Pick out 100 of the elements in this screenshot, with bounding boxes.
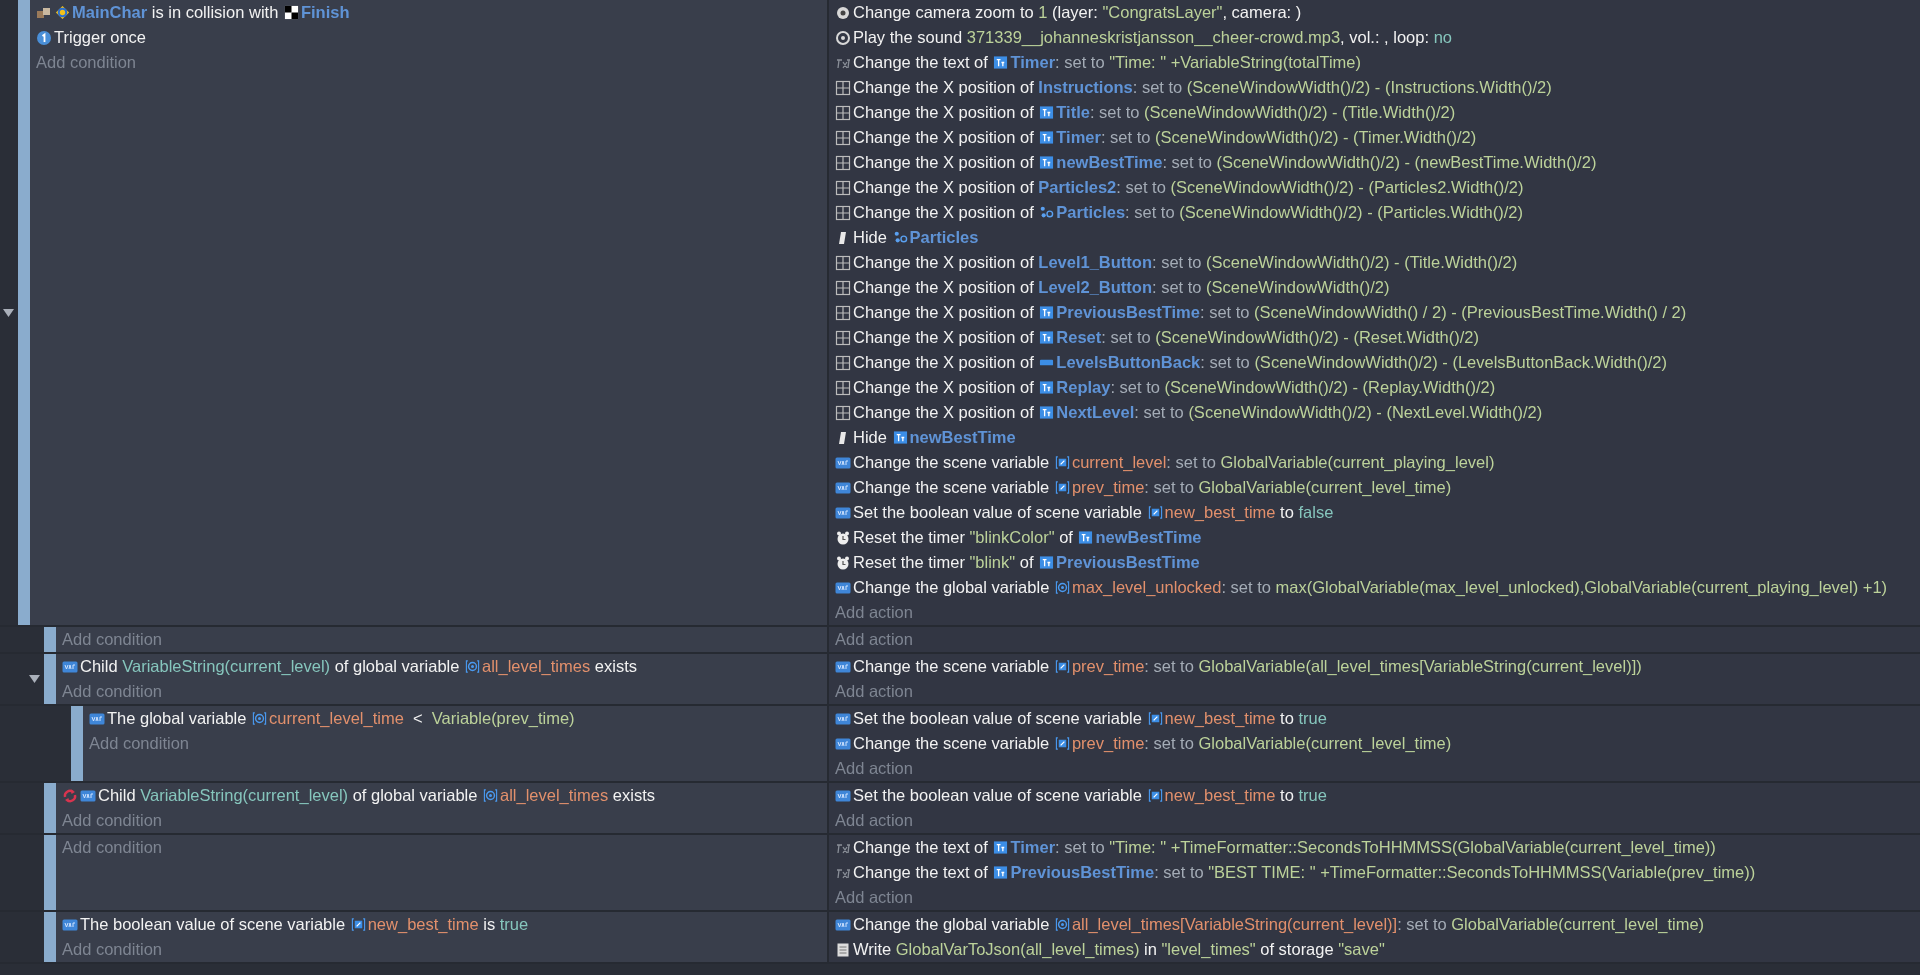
add-condition-link[interactable]: Add condition xyxy=(62,940,162,959)
add-condition-link[interactable]: Add condition xyxy=(89,734,189,753)
position-icon xyxy=(835,104,851,121)
add-action-link[interactable]: Add action xyxy=(835,759,913,778)
position-icon xyxy=(835,329,851,346)
particles-icon xyxy=(1039,205,1055,220)
scene-variable-icon xyxy=(1147,711,1163,726)
action-text: Change the X position of xyxy=(853,403,1035,422)
action-text: Change the X position of xyxy=(853,378,1035,397)
position-icon xyxy=(835,379,851,396)
event-bar xyxy=(44,654,56,704)
condition-text: current_level_time < Variable(prev_time) xyxy=(269,709,575,728)
action-text: Reset the timer "blink" of xyxy=(853,553,1035,572)
action-text: max_level_unlocked: set to max(GlobalVariable(max_level_unlocked),GlobalVariable(current_playing_level) +1) xyxy=(1071,578,1888,597)
scene-variable-icon xyxy=(1054,455,1070,470)
add-action-link[interactable]: Add action xyxy=(835,603,913,622)
action-text: new_best_time to false xyxy=(1164,503,1334,522)
action-text: Change the X position of xyxy=(853,153,1035,172)
add-condition-link[interactable]: Add condition xyxy=(36,53,136,72)
global-variable-icon xyxy=(465,659,480,674)
action-text: Change the X position of xyxy=(853,328,1035,347)
global-variable-icon xyxy=(1054,917,1070,932)
add-condition-link[interactable]: Add condition xyxy=(62,630,162,649)
event-bar xyxy=(44,627,56,652)
global-variable-icon xyxy=(483,788,498,803)
action-text: Set the boolean value of scene variable xyxy=(853,709,1143,728)
action-text: Play the sound 371339__johanneskristjansson__cheer-crowd.mp3, vol.: , loop: no xyxy=(853,28,1452,47)
action-text: Change the global variable xyxy=(853,915,1051,934)
action-text: prev_time: set to GlobalVariable(current_level_time) xyxy=(1071,734,1452,753)
timer-icon xyxy=(835,529,851,546)
action-text: newBestTime: set to (SceneWindowWidth()/2) - (newBestTime.Width()/2) xyxy=(1056,153,1597,172)
position-icon xyxy=(835,79,851,96)
text-object-icon xyxy=(1078,530,1094,545)
condition-text: all_level_times exists xyxy=(482,657,637,676)
add-condition-link[interactable]: Add condition xyxy=(62,811,162,830)
action-text: Change the X position of xyxy=(853,103,1035,122)
action-text: Change the X position of Level2_Button: set to (SceneWindowWidth()/2) xyxy=(853,278,1390,297)
text-object-icon xyxy=(1039,305,1055,320)
text-object-icon xyxy=(1039,130,1055,145)
action-text: Change the X position of xyxy=(853,128,1035,147)
add-action-link[interactable]: Add action xyxy=(835,888,913,907)
condition-text: The boolean value of scene variable xyxy=(80,915,347,934)
text-object-icon xyxy=(1039,405,1055,420)
collapse-toggle[interactable] xyxy=(29,675,40,683)
add-action-link[interactable]: Add action xyxy=(835,682,913,701)
sprite-icon xyxy=(55,5,70,20)
timer-icon xyxy=(835,554,851,571)
action-text: new_best_time to true xyxy=(1164,786,1327,805)
action-text: Set the boolean value of scene variable xyxy=(853,503,1143,522)
action-text: PreviousBestTime: set to "BEST TIME: " +TimeFormatter::SecondsToHHMMSS(Variable(prev_time)) xyxy=(1010,863,1756,882)
particles-icon xyxy=(892,230,908,245)
action-text: Change the X position of xyxy=(853,203,1035,222)
condition-text: Child VariableString(current_level) of global variable xyxy=(98,786,479,805)
condition-text: Child VariableString(current_level) of global variable xyxy=(80,657,461,676)
action-text: newBestTime xyxy=(909,428,1016,447)
condition-text: The global variable xyxy=(107,709,248,728)
text-object-icon xyxy=(993,865,1009,880)
action-text: Change camera zoom to 1 (layer: "CongratsLayer", camera: ) xyxy=(853,3,1302,22)
position-icon xyxy=(835,304,851,321)
action-text: Change the scene variable xyxy=(853,478,1051,497)
action-text: Change the X position of xyxy=(853,303,1035,322)
action-text: Reset the timer "blinkColor" of xyxy=(853,528,1074,547)
add-action-link[interactable]: Add action xyxy=(835,811,913,830)
action-text: PreviousBestTime xyxy=(1056,553,1200,572)
scene-variable-icon xyxy=(1054,480,1070,495)
action-text: Set the boolean value of scene variable xyxy=(853,786,1143,805)
action-text: Change the X position of Level1_Button: set to (SceneWindowWidth()/2) - (Title.Width()/2) xyxy=(853,253,1518,272)
add-condition-link[interactable]: Add condition xyxy=(62,682,162,701)
position-icon xyxy=(835,154,851,171)
action-text: Particles xyxy=(909,228,979,247)
text-object-icon xyxy=(993,55,1009,70)
action-text: all_level_times[VariableString(current_level)]: set to GlobalVariable(current_level_time) xyxy=(1071,915,1705,934)
event-bar xyxy=(44,912,56,962)
text-object-icon xyxy=(1039,555,1055,570)
action-text: Timer: set to (SceneWindowWidth()/2) - (Timer.Width()/2) xyxy=(1056,128,1477,147)
camera-icon xyxy=(835,4,851,21)
position-icon xyxy=(835,204,851,221)
action-text: prev_time: set to GlobalVariable(current_level_time) xyxy=(1071,478,1452,497)
position-icon xyxy=(835,404,851,421)
add-condition-link[interactable]: Add condition xyxy=(62,838,162,857)
action-text: Change the text of xyxy=(853,53,989,72)
collapse-toggle[interactable] xyxy=(3,308,14,317)
text-object-icon xyxy=(1039,155,1055,170)
action-text: Reset: set to (SceneWindowWidth()/2) - (Reset.Width()/2) xyxy=(1056,328,1479,347)
condition-text: Trigger once xyxy=(54,28,146,47)
add-action-link[interactable]: Add action xyxy=(835,630,913,649)
action-text: Change the X position of xyxy=(853,353,1035,372)
text-object-icon xyxy=(1039,380,1055,395)
action-text: Change the text of xyxy=(853,838,989,857)
storage-icon xyxy=(835,941,851,958)
action-text: Particles: set to (SceneWindowWidth()/2) - (Particles.Width()/2) xyxy=(1056,203,1524,222)
action-text: Timer: set to "Time: " +VariableString(totalTime) xyxy=(1010,53,1361,72)
condition-text: MainChar is in collision with xyxy=(72,3,280,22)
action-text: Write GlobalVarToJson(all_level_times) in "level_times" of storage "save" xyxy=(853,940,1385,959)
text-object-icon xyxy=(993,840,1009,855)
action-text: Change the global variable xyxy=(853,578,1051,597)
text-object-icon xyxy=(1039,330,1055,345)
text-object-icon xyxy=(892,430,908,445)
action-text: Replay: set to (SceneWindowWidth()/2) - (Replay.Width()/2) xyxy=(1056,378,1496,397)
sound-icon xyxy=(835,29,851,46)
